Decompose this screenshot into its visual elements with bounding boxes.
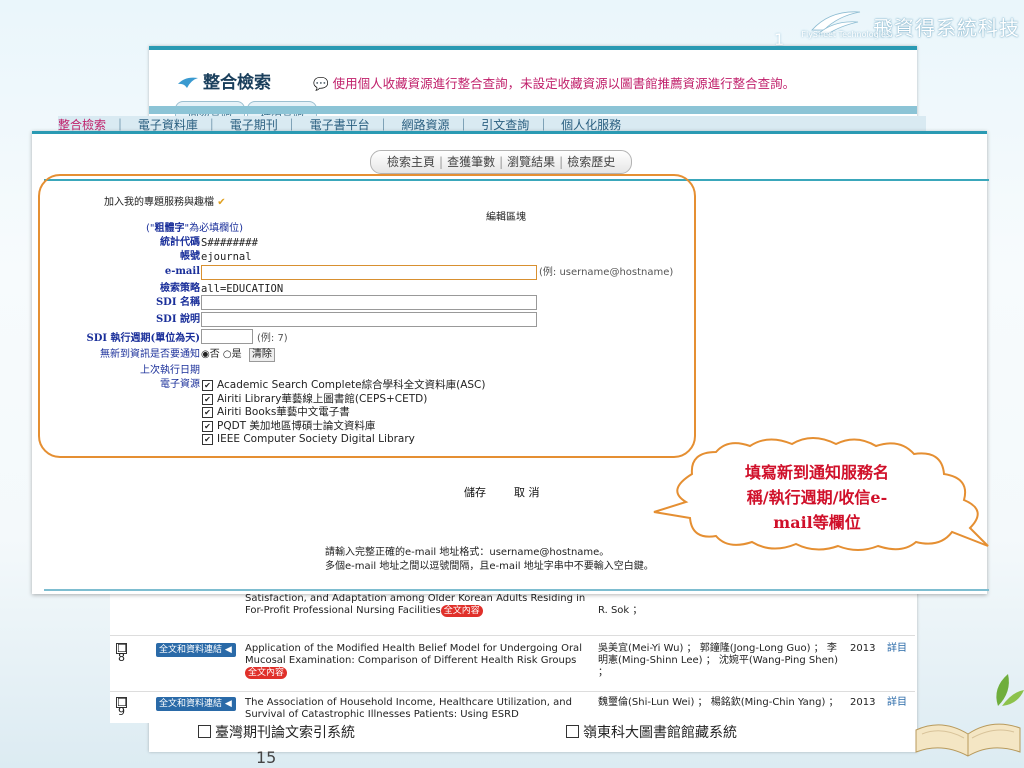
fulltext-badge[interactable]: 全文內容 — [245, 667, 288, 679]
tab-hit-count[interactable]: 查獲筆數 — [447, 155, 495, 169]
tab-search-home[interactable]: 檢索主頁 — [387, 155, 435, 169]
results-table: Satisfaction, and Adaptation among Older… — [110, 585, 915, 723]
result-title[interactable]: The Association of Household Income, Hea… — [245, 697, 590, 721]
detail-link[interactable]: 詳目 — [887, 697, 907, 709]
row-checkbox[interactable]: ☐ 9 — [116, 697, 127, 717]
fulltext-link-badge[interactable]: 全文和資料連結 ◀ — [156, 697, 236, 711]
result-title[interactable]: Application of the Modified Health Belie… — [245, 643, 590, 679]
page-number-bottom: 15 — [256, 748, 277, 767]
detail-link[interactable]: 詳目 — [887, 643, 907, 655]
checkbox-icon — [566, 725, 579, 738]
bird-logo-icon — [178, 77, 198, 88]
tab-search-history[interactable]: 檢索歷史 — [567, 155, 615, 169]
nav-ejournals[interactable]: 電子期刊 — [230, 118, 278, 131]
footer-link-library-catalog[interactable]: 嶺東科大圖書館館藏系統 — [566, 722, 737, 742]
save-button[interactable]: 儲存 — [460, 483, 490, 501]
integration-note: 💬 使用個人收藏資源進行整合查詢，未設定收藏資源以圖書館推薦資源進行整合查詢。 — [313, 76, 796, 91]
highlight-outline — [38, 174, 696, 458]
tab-strip — [149, 106, 917, 114]
row-checkbox[interactable]: ☐ 8 — [116, 643, 127, 663]
nav-web-resources[interactable]: 網路資源 — [401, 118, 449, 131]
checkbox-icon — [198, 725, 211, 738]
nav-citation[interactable]: 引文查詢 — [481, 118, 529, 131]
page-title: 整合檢索 — [177, 68, 271, 93]
email-hint-1: 請輸入完整正確的e-mail 地址格式：username@hostname。 — [325, 547, 610, 558]
footer-link-journal-index[interactable]: 臺灣期刊論文索引系統 — [198, 722, 355, 742]
result-authors: 魏璽倫(Shi-Lun Wei) ； 楊銘欽(Ming-Chin Yang) ； — [598, 697, 839, 708]
leaves-icon — [996, 674, 1024, 706]
search-tab-bar: 檢索主頁 | 查獲筆數 | 瀏覽結果 | 檢索歷史 — [370, 150, 633, 174]
result-title[interactable]: Satisfaction, and Adaptation among Older… — [245, 593, 590, 617]
email-hint-2: 多個e-mail 地址之間以逗號間隔，且e-mail 地址字串中不要輸入空白鍵。 — [325, 561, 654, 572]
result-authors: R. Sok ； — [598, 605, 643, 616]
tab-browse-results[interactable]: 瀏覽結果 — [507, 155, 555, 169]
speech-bubble-icon: 💬 — [313, 76, 329, 91]
result-year: 2013 — [850, 643, 876, 654]
callout-text: 填寫新到通知服務名 稱/執行週期/收信e- mail等欄位 — [744, 463, 889, 532]
nav-integrated-search[interactable]: 整合檢索 — [58, 118, 106, 131]
cancel-button[interactable]: 取 消 — [510, 483, 544, 501]
result-year: 2013 — [850, 697, 876, 708]
result-authors: 吳美宜(Mei-Yi Wu) ； 郭鐘隆(Jong-Long Guo) ； 李明… — [598, 643, 838, 678]
fulltext-link-badge[interactable]: 全文和資料連結 ◀ — [156, 643, 236, 657]
nav-databases[interactable]: 電子資料庫 — [138, 118, 198, 131]
main-nav: 整合檢索｜ 電子資料庫｜ 電子期刊｜ 電子書平台｜ 網路資源｜ 引文查詢｜ 個人… — [58, 116, 926, 131]
divider — [44, 589, 989, 591]
brand-logo-text: FlySheet Technologies — [801, 30, 890, 39]
nav-personal-service[interactable]: 個人化服務 — [561, 118, 621, 131]
fulltext-badge[interactable]: 全文內容 — [440, 605, 483, 617]
brand-name: 飛資得系統科技 — [873, 16, 1020, 40]
nav-ebooks[interactable]: 電子書平台 — [310, 118, 370, 131]
top-divider — [149, 46, 917, 50]
